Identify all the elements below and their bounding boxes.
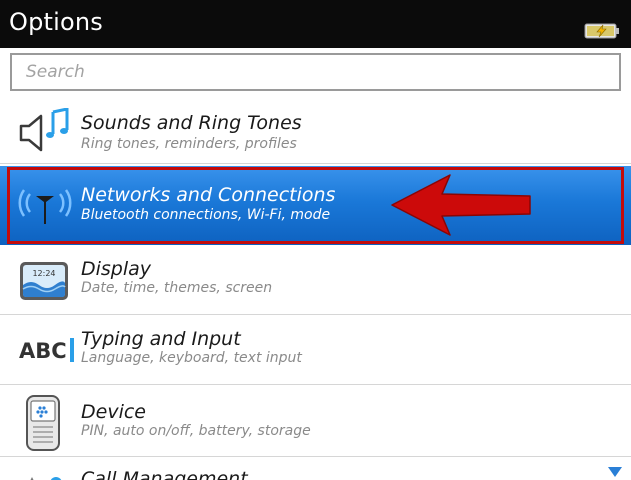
call-management-icon xyxy=(30,477,62,480)
list-item-display[interactable]: 12:24 Display Date, time, themes, screen xyxy=(0,247,631,315)
abc-icon-text: ABC xyxy=(19,339,67,363)
scroll-down-icon[interactable] xyxy=(607,466,623,478)
item-title: Display xyxy=(81,258,152,280)
search-placeholder: Search xyxy=(26,62,85,82)
item-subtitle: Language, keyboard, text input xyxy=(81,350,302,366)
battery-charging-icon xyxy=(584,23,619,39)
item-title: Call Management xyxy=(81,468,248,480)
item-title: Device xyxy=(81,401,146,423)
item-subtitle: Ring tones, reminders, profiles xyxy=(81,136,297,152)
list-item-typing[interactable]: ABC Typing and Input Language, keyboard,… xyxy=(0,317,631,385)
list-item-device[interactable]: Device PIN, auto on/off, battery, storag… xyxy=(0,387,631,457)
title-bar: Options xyxy=(0,0,631,48)
item-subtitle: PIN, auto on/off, battery, storage xyxy=(81,423,311,439)
item-title: Sounds and Ring Tones xyxy=(81,112,302,134)
device-icon xyxy=(26,395,60,451)
display-icon-time: 12:24 xyxy=(32,269,55,278)
item-subtitle: Date, time, themes, screen xyxy=(81,280,273,296)
search-input[interactable]: Search xyxy=(10,53,621,91)
abc-icon: ABC xyxy=(19,338,74,363)
list-item-sounds[interactable]: Sounds and Ring Tones Ring tones, remind… xyxy=(0,96,631,164)
list-item-call-management[interactable]: Call Management xyxy=(0,459,631,480)
options-screen: Options Search Sounds and Ring Tones Rin… xyxy=(0,0,631,480)
item-title: Typing and Input xyxy=(81,328,241,350)
display-icon: 12:24 xyxy=(20,262,68,300)
speaker-music-icon xyxy=(19,108,69,152)
red-arrow-annotation xyxy=(391,174,531,236)
page-title: Options xyxy=(9,8,104,36)
